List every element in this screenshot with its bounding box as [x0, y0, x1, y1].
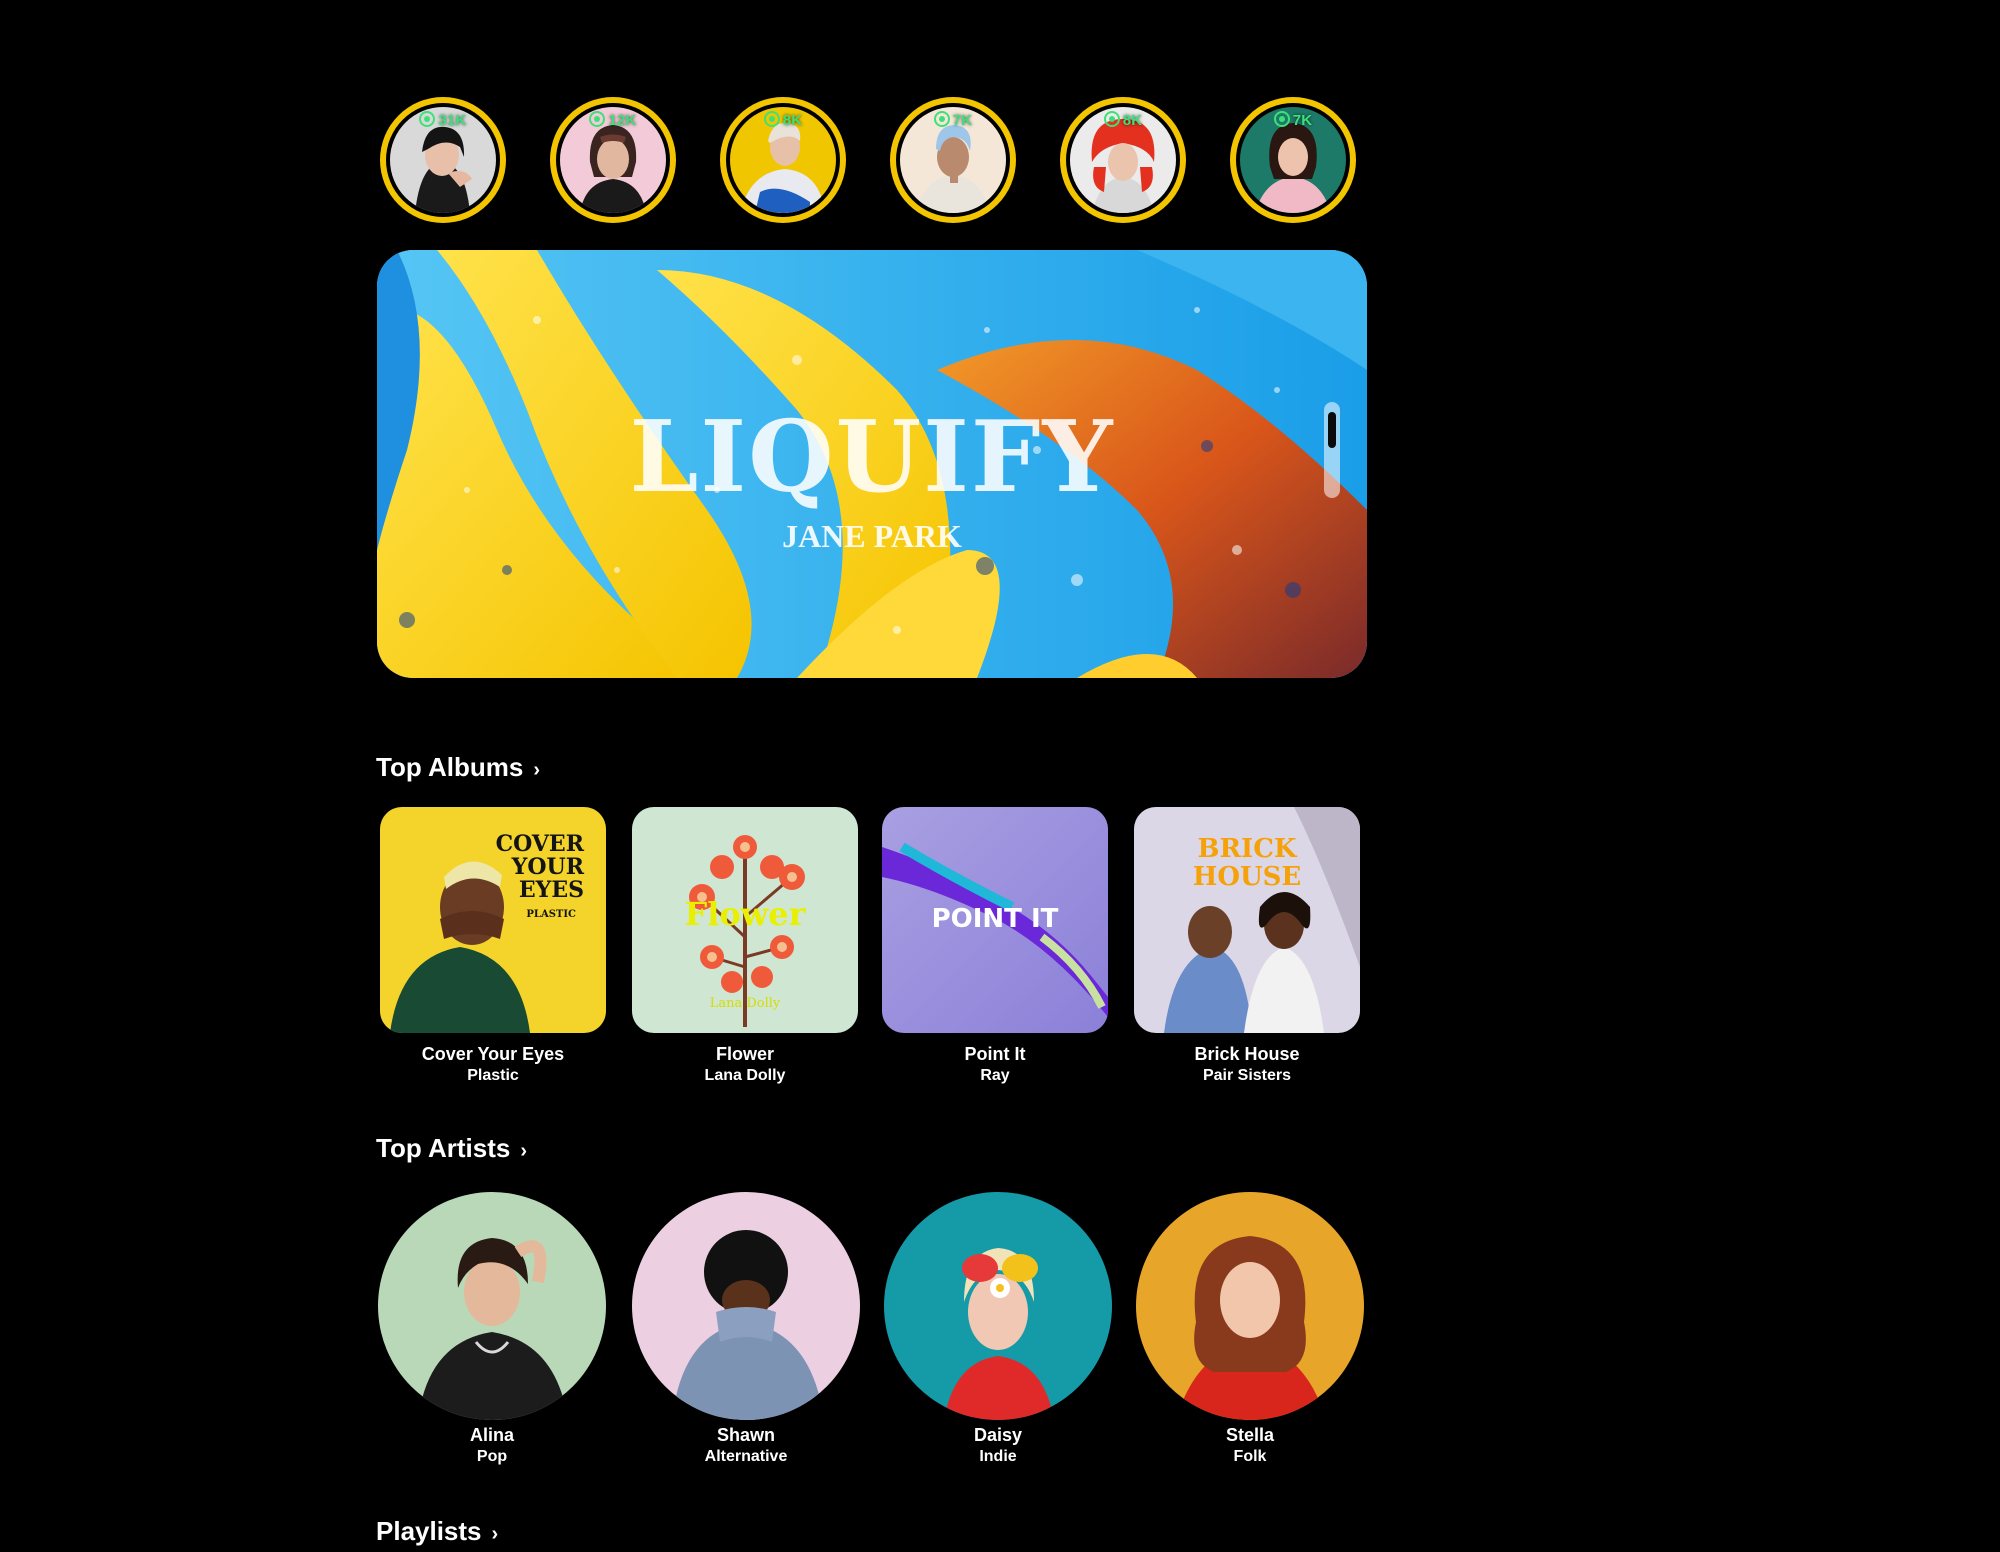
- views-count: 12K: [608, 112, 637, 129]
- chevron-right-icon: ›: [520, 1140, 528, 1162]
- artist-genre: Indie: [979, 1448, 1017, 1465]
- eye-icon: [1103, 111, 1120, 127]
- album-card[interactable]: Flower Lana Dolly: [632, 807, 858, 1033]
- cover-text: PLASTIC: [526, 909, 576, 920]
- artist-avatar[interactable]: [884, 1192, 1112, 1420]
- story-avatar[interactable]: 7K: [890, 97, 1016, 223]
- views-count: 31K: [438, 112, 467, 129]
- album-label: Point It Ray: [882, 1044, 1108, 1086]
- story-views: 7K: [1230, 111, 1356, 129]
- album-name: Point It: [964, 1044, 1026, 1064]
- views-count: 7K: [952, 112, 973, 129]
- eye-icon: [1273, 111, 1290, 127]
- album-name: Flower: [715, 1044, 774, 1064]
- artist-label: Daisy Indie: [884, 1425, 1112, 1467]
- artist-avatar[interactable]: [632, 1192, 860, 1420]
- artist-label: Alina Pop: [378, 1425, 606, 1467]
- story-views: 8K: [1060, 111, 1186, 129]
- views-count: 7K: [1292, 112, 1313, 129]
- album-name: Brick House: [1194, 1044, 1300, 1064]
- eye-icon: [933, 111, 950, 127]
- section-title-text: Playlists: [376, 1516, 482, 1546]
- scrollbar-thumb[interactable]: [1328, 412, 1336, 448]
- album-artist: Lana Dolly: [704, 1067, 786, 1084]
- cover-text: HOUSE: [1193, 862, 1301, 892]
- section-title-playlists[interactable]: Playlists ›: [376, 1516, 498, 1547]
- artist-genre: Alternative: [704, 1448, 788, 1465]
- story-views: 7K: [890, 111, 1016, 129]
- cover-text: Lana Dolly: [710, 996, 781, 1011]
- chevron-right-icon: ›: [491, 1523, 499, 1545]
- artist-photo: [1136, 1192, 1364, 1420]
- story-avatar[interactable]: 8K: [720, 97, 846, 223]
- album-artist: Plastic: [467, 1067, 519, 1084]
- eye-icon: [589, 111, 606, 127]
- artist-genre: Folk: [1233, 1448, 1267, 1465]
- album-artist: Ray: [980, 1067, 1010, 1084]
- eye-icon: [419, 111, 436, 127]
- cover-text: EYES: [519, 877, 584, 903]
- stories-row: 31K 12K 8K 7K 8K 7K: [380, 97, 1360, 225]
- artist-avatar[interactable]: [1136, 1192, 1364, 1420]
- artist-label: Shawn Alternative: [632, 1425, 860, 1467]
- artist-name: Stella: [1225, 1425, 1275, 1445]
- artist-name: Daisy: [973, 1425, 1023, 1445]
- album-artist: Pair Sisters: [1202, 1067, 1292, 1084]
- eye-icon: [763, 111, 780, 127]
- album-label: Flower Lana Dolly: [632, 1044, 858, 1086]
- cover-text: POINT IT: [932, 904, 1059, 934]
- artist-photo: [378, 1192, 606, 1420]
- story-views: 31K: [380, 111, 506, 129]
- album-card[interactable]: BRICK HOUSE: [1134, 807, 1360, 1033]
- section-title-albums[interactable]: Top Albums ›: [376, 752, 540, 783]
- album-name: Cover Your Eyes: [421, 1044, 565, 1064]
- artist-photo: [884, 1192, 1112, 1420]
- hero-title: LIQUIFY: [629, 400, 1115, 515]
- cover-text: BRICK: [1197, 834, 1297, 864]
- cover-text: Flower: [685, 895, 807, 933]
- artist-avatar[interactable]: [378, 1192, 606, 1420]
- section-title-text: Top Albums: [376, 752, 524, 782]
- story-views: 8K: [720, 111, 846, 129]
- artist-photo: [632, 1192, 860, 1420]
- views-count: 8K: [1122, 112, 1143, 129]
- artist-name: Alina: [469, 1425, 514, 1445]
- story-avatar[interactable]: 7K: [1230, 97, 1356, 223]
- album-cover: Flower Lana Dolly: [632, 807, 858, 1033]
- album-cover: BRICK HOUSE: [1134, 807, 1360, 1033]
- story-avatar[interactable]: 12K: [550, 97, 676, 223]
- section-title-artists[interactable]: Top Artists ›: [376, 1133, 527, 1164]
- album-cover: POINT IT: [882, 807, 1108, 1033]
- banner-scrollbar[interactable]: [1324, 402, 1340, 498]
- featured-banner[interactable]: LIQUIFY JANE PARK: [377, 250, 1367, 678]
- story-avatar[interactable]: 31K: [380, 97, 506, 223]
- story-avatar[interactable]: 8K: [1060, 97, 1186, 223]
- hero-artist: JANE PARK: [782, 518, 962, 554]
- album-card[interactable]: POINT IT: [882, 807, 1108, 1033]
- album-label: Cover Your Eyes Plastic: [380, 1044, 606, 1086]
- artist-genre: Pop: [476, 1448, 508, 1465]
- views-count: 8K: [782, 112, 803, 129]
- album-label: Brick House Pair Sisters: [1134, 1044, 1360, 1086]
- artist-label: Stella Folk: [1136, 1425, 1364, 1467]
- section-title-text: Top Artists: [376, 1133, 511, 1163]
- album-cover: COVER YOUR EYES PLASTIC: [380, 807, 606, 1033]
- artist-name: Shawn: [716, 1425, 775, 1445]
- album-card[interactable]: COVER YOUR EYES PLASTIC: [380, 807, 606, 1033]
- chevron-right-icon: ›: [533, 759, 540, 781]
- story-views: 12K: [550, 111, 676, 129]
